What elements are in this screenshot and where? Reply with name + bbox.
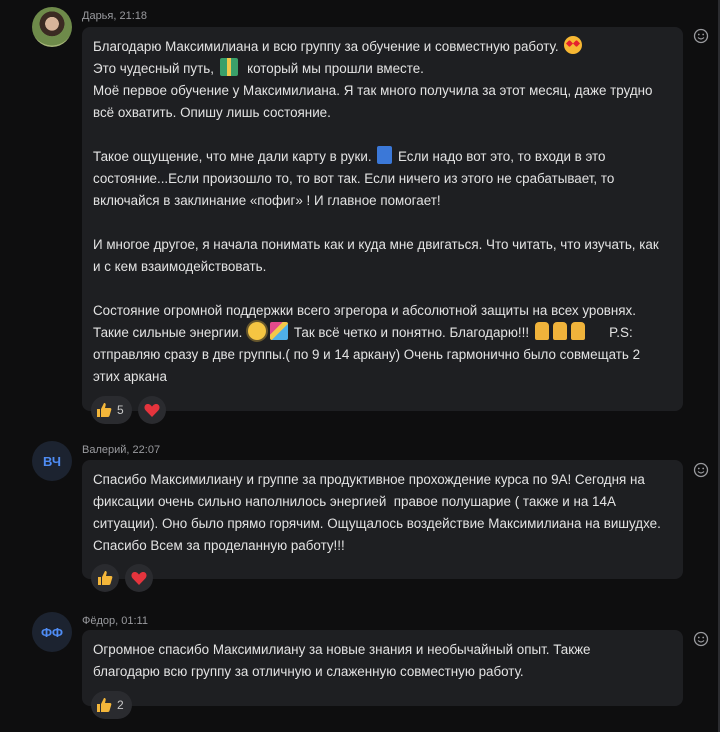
message-line: фиксации очень сильно наполнилось энерги…	[93, 494, 616, 509]
book-emoji	[377, 146, 393, 164]
message-line: Спасибо Всем за проделанную работу!!!	[93, 538, 345, 553]
gift-emoji	[219, 58, 238, 76]
avatar[interactable]: ФФ	[32, 612, 72, 652]
reactions-bar	[91, 564, 153, 592]
add-reaction-icon[interactable]	[693, 462, 709, 478]
thumbs-up-icon	[98, 571, 113, 585]
reaction-count: 5	[117, 403, 124, 417]
reaction-thumbs-up[interactable]: 5	[91, 396, 132, 424]
message-time: 01:11	[121, 615, 148, 627]
pray-emoji	[534, 322, 549, 340]
message-line: Такие сильные энергии. Так всё четко и п…	[93, 322, 671, 344]
party-emoji	[270, 322, 289, 340]
message-time: 21:18	[119, 10, 148, 22]
message-line: отправляю сразу в две группы.( по 9 и 14…	[93, 347, 641, 362]
pray-emoji	[552, 322, 567, 340]
message-line: Это чудесный путь, который мы прошли вме…	[93, 58, 671, 80]
message-meta: Дарья, 21:18	[82, 10, 148, 22]
heart-icon	[131, 572, 147, 585]
message-bubble: Огромное спасибо Максимилиану за новые з…	[82, 630, 683, 706]
message-line: Моё первое обучение у Максимилиана. Я та…	[93, 83, 653, 98]
pray-emoji	[570, 322, 585, 340]
add-reaction-icon[interactable]	[693, 631, 709, 647]
message-line: Состояние огромной поддержки всего эгрег…	[93, 303, 636, 318]
message-meta: Валерий, 22:07	[82, 444, 161, 456]
reaction-heart[interactable]	[137, 396, 166, 424]
message-line: Благодарю Максимилиана и всю группу за о…	[93, 36, 671, 58]
thumbs-up-icon	[97, 403, 112, 417]
message-bubble: Спасибо Максимилиану и группе за продукт…	[82, 460, 683, 579]
reaction-thumbs-up[interactable]: 2	[91, 691, 132, 719]
thumbs-up-icon	[97, 698, 112, 712]
love-eyes-emoji	[564, 36, 583, 54]
message-line: и с кем взаимодействовать.	[93, 259, 267, 274]
reaction-count: 2	[117, 698, 124, 712]
message-line: И многое другое, я начала понимать как и…	[93, 237, 659, 252]
avatar[interactable]	[32, 7, 72, 47]
message-time: 22:07	[132, 444, 161, 456]
author-name[interactable]: Валерий	[82, 444, 126, 456]
add-reaction-icon[interactable]	[693, 28, 709, 44]
author-name[interactable]: Дарья	[82, 10, 113, 22]
reactions-bar: 5	[91, 396, 166, 424]
reaction-heart[interactable]	[125, 564, 153, 592]
message-line: Огромное спасибо Максимилиану за новые з…	[93, 642, 591, 657]
avatar[interactable]: ВЧ	[32, 441, 72, 481]
message-bubble: Благодарю Максимилиана и всю группу за о…	[82, 27, 683, 411]
sun-emoji	[248, 322, 267, 340]
message-line: этих аркана	[93, 369, 167, 384]
message-line: включайся в заклинание «пофиг» ! И главн…	[93, 193, 441, 208]
message-line: ситуации). Оно было прямо горячим. Ощуща…	[93, 516, 661, 531]
message-line: всё охватить. Опишу лишь состояние.	[93, 105, 331, 120]
reactions-bar: 2	[91, 691, 132, 719]
message-line: благодарю всю группу за отличную и слаже…	[93, 664, 524, 679]
message-meta: Фёдор, 01:11	[82, 615, 148, 627]
author-name[interactable]: Фёдор	[82, 615, 115, 627]
message-line: Спасибо Максимилиану и группе за продукт…	[93, 472, 645, 487]
heart-icon	[144, 404, 160, 417]
reaction-thumbs-up[interactable]	[91, 564, 119, 592]
message-line: состояние...Если произошло то, то вот та…	[93, 171, 615, 186]
message-line: Такое ощущение, что мне дали карту в рук…	[93, 146, 671, 168]
